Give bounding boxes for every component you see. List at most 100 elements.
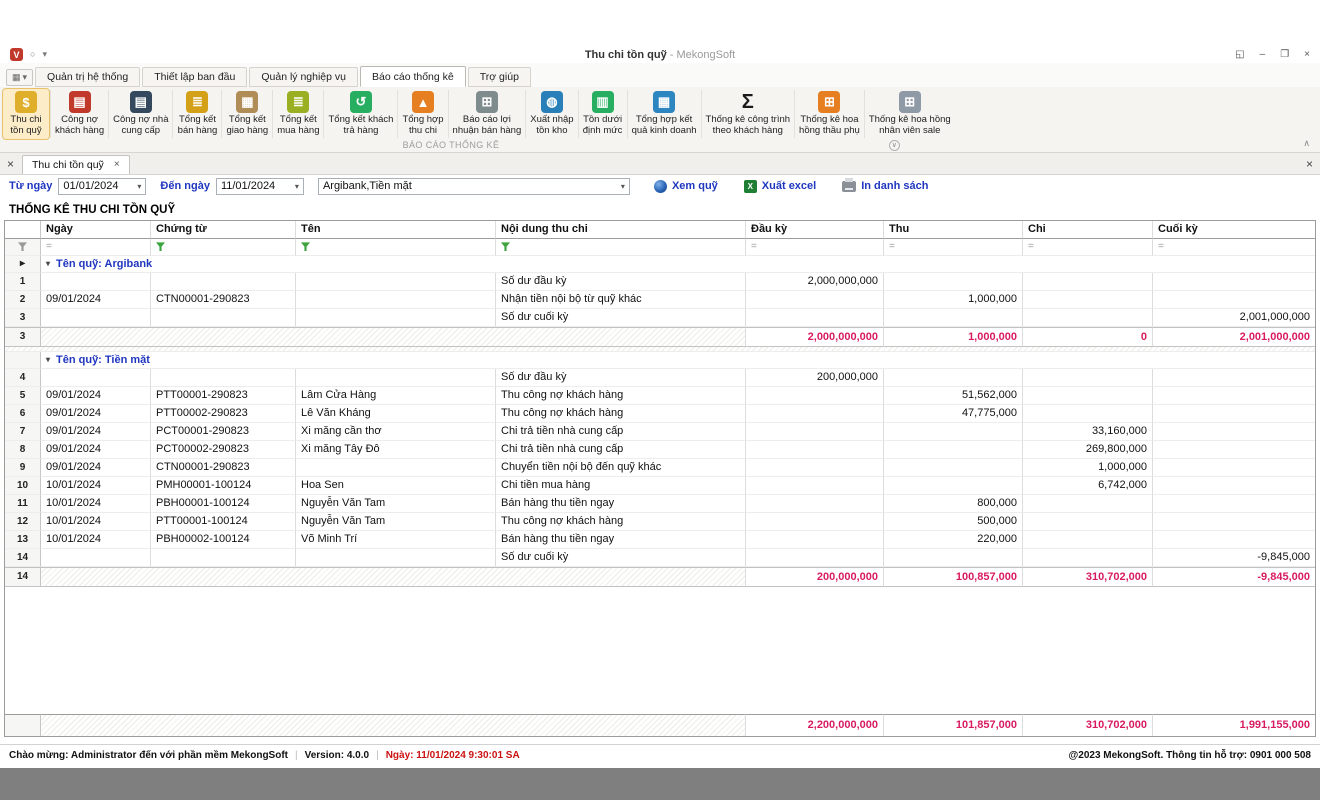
grid-empty-area: [5, 587, 1315, 714]
quick-access-circle-icon[interactable]: ○: [30, 50, 35, 59]
column-header-3[interactable]: Nội dung thu chi: [496, 221, 746, 239]
ribbon-button-customer-debt[interactable]: ▤Công nợ khách hàng: [52, 89, 107, 139]
delivery-summary-icon: ▦: [236, 91, 258, 113]
total-cuoiky: 1,991,155,000: [1153, 714, 1315, 736]
fund-select[interactable]: Argibank,Tiền mặt ▾: [318, 178, 630, 195]
cell-ten: Võ Minh Trí: [296, 531, 496, 549]
table-row[interactable]: 1010/01/2024PMH00001-100124Hoa SenChi ti…: [5, 477, 1315, 495]
cell-noidung: Chi trả tiền nhà cung cấp: [496, 441, 746, 459]
ribbon-button-cash-fund[interactable]: $Thu chi tồn quỹ: [3, 89, 49, 139]
profit-report-icon: ⊞: [476, 91, 498, 113]
menu-tab-2[interactable]: Quản lý nghiệp vụ: [249, 67, 358, 87]
dialog-launcher-icon[interactable]: ∨: [889, 140, 900, 151]
cell-thu: 500,000: [884, 513, 1023, 531]
pin-icon[interactable]: ▾: [42, 50, 47, 59]
view-fund-button[interactable]: Xem quỹ: [654, 180, 718, 193]
filter-cell-6[interactable]: =: [1023, 239, 1153, 256]
close-icon[interactable]: ×: [1304, 49, 1310, 60]
ribbon-button-label: Công nợ nhà cung cấp: [113, 115, 168, 137]
ribbon-button-purchase-summary[interactable]: ≣Tổng kết mua hàng: [274, 89, 322, 139]
close-all-tabs-icon[interactable]: ×: [7, 157, 14, 171]
minimize-icon[interactable]: –: [1260, 49, 1266, 60]
ribbon-button-supplier-debt[interactable]: ▤Công nợ nhà cung cấp: [110, 89, 171, 139]
equals-filter-icon: =: [1028, 241, 1034, 252]
filter-cell-3[interactable]: [496, 239, 746, 256]
table-row[interactable]: 3Số dư cuối kỳ2,001,000,000: [5, 309, 1315, 327]
doc-tab-thu-chi-ton-quy[interactable]: Thu chi tồn quỹ ×: [22, 155, 130, 174]
menu-tab-4[interactable]: Trợ giúp: [468, 67, 531, 87]
ribbon-button-inventory-in-out[interactable]: ◍Xuất nhập tồn kho: [527, 89, 576, 139]
filter-cell-5[interactable]: =: [884, 239, 1023, 256]
filter-cell-4[interactable]: =: [746, 239, 884, 256]
ribbon-button-below-minimum-stock[interactable]: ▥Tồn dưới định mức: [580, 89, 626, 139]
table-row[interactable]: 1310/01/2024PBH00002-100124Võ Minh TríBá…: [5, 531, 1315, 549]
ribbon-button-sales-summary[interactable]: ≣Tổng kết bán hàng: [174, 89, 220, 139]
row-indicator: 12: [5, 513, 41, 531]
group-row[interactable]: ▸▾Tên quỹ: Argibank: [5, 256, 1315, 273]
ribbon-button-business-result-summary[interactable]: ▦Tổng hợp kết quả kinh doanh: [629, 89, 700, 139]
chevron-down-icon: ▾: [621, 182, 625, 191]
menu-tab-3[interactable]: Báo cáo thống kê: [360, 66, 466, 87]
cell-ngay: [41, 273, 151, 291]
filter-row-icon[interactable]: [5, 239, 41, 256]
filter-cell-0[interactable]: =: [41, 239, 151, 256]
ribbon-button-returns-summary[interactable]: ↺Tổng kết khách trả hàng: [325, 89, 396, 139]
table-row[interactable]: 509/01/2024PTT00001-290823Lâm Cửa HàngTh…: [5, 387, 1315, 405]
cell-ngay: [41, 549, 151, 567]
table-row[interactable]: 1110/01/2024PBH00001-100124Nguyễn Văn Ta…: [5, 495, 1315, 513]
column-header-5[interactable]: Thu: [884, 221, 1023, 239]
row-indicator: 4: [5, 369, 41, 387]
table-row[interactable]: 4Số dư đầu kỳ200,000,000: [5, 369, 1315, 387]
cell-ten: Hoa Sen: [296, 477, 496, 495]
cell-cuoiky: [1153, 477, 1315, 495]
filter-cell-2[interactable]: [296, 239, 496, 256]
table-row[interactable]: 209/01/2024CTN00001-290823Nhận tiền nội …: [5, 291, 1315, 309]
cell-chungtu: PCT00002-290823: [151, 441, 296, 459]
export-excel-button[interactable]: X Xuất excel: [744, 180, 816, 193]
cell-cuoiky: -9,845,000: [1153, 549, 1315, 567]
table-row[interactable]: 1210/01/2024PTT00001-100124Nguyễn Văn Ta…: [5, 513, 1315, 531]
filter-cell-1[interactable]: [151, 239, 296, 256]
menu-tab-0[interactable]: Quản trị hệ thống: [35, 67, 140, 87]
from-date-input[interactable]: 01/01/2024 ▾: [58, 178, 146, 195]
ribbon-button-subcontractor-commission[interactable]: ⊞Thống kê hoa hồng thầu phụ: [796, 89, 863, 139]
menu-tab-1[interactable]: Thiết lập ban đầu: [142, 67, 247, 87]
ribbon-separator: [448, 90, 449, 138]
ribbon-menu-button[interactable]: ▦ ▾: [6, 69, 33, 86]
ribbon-collapse-icon[interactable]: ∧: [1303, 138, 1310, 149]
table-row[interactable]: 1Số dư đầu kỳ2,000,000,000: [5, 273, 1315, 291]
ribbon-button-project-statistics[interactable]: ΣThống kê công trình theo khách hàng: [703, 89, 794, 139]
ribbon-button-income-expense-summary[interactable]: ▲Tổng hợp thu chi: [399, 89, 446, 139]
table-row[interactable]: 809/01/2024PCT00002-290823Xi măng Tây Đô…: [5, 441, 1315, 459]
group-row[interactable]: ▾Tên quỹ: Tiền mặt: [5, 352, 1315, 369]
cell-thu: 47,775,000: [884, 405, 1023, 423]
close-tab-icon[interactable]: ×: [114, 159, 120, 170]
ribbon-button-sales-commission[interactable]: ⊞Thống kê hoa hồng nhân viên sale: [866, 89, 954, 139]
export-excel-label: Xuất excel: [762, 180, 816, 192]
table-row[interactable]: 709/01/2024PCT00001-290823Xi măng cần th…: [5, 423, 1315, 441]
table-row[interactable]: 909/01/2024CTN00001-290823Chuyển tiền nộ…: [5, 459, 1315, 477]
close-document-icon[interactable]: ×: [1306, 157, 1313, 171]
cell-thu: 1,000,000: [884, 291, 1023, 309]
table-row[interactable]: 14Số dư cuối kỳ-9,845,000: [5, 549, 1315, 567]
ribbon-separator: [172, 90, 173, 138]
summary-chi: 310,702,000: [1023, 567, 1153, 587]
restore-icon[interactable]: ❐: [1280, 49, 1289, 60]
cell-thu: [884, 423, 1023, 441]
column-header-7[interactable]: Cuối kỳ: [1153, 221, 1315, 239]
summary-dauky: 2,000,000,000: [746, 327, 884, 347]
ribbon-button-delivery-summary[interactable]: ▦Tổng kết giao hàng: [223, 89, 271, 139]
collapse-triangle-icon[interactable]: ▾: [46, 355, 50, 364]
column-header-0[interactable]: Ngày: [41, 221, 151, 239]
column-header-1[interactable]: Chứng từ: [151, 221, 296, 239]
print-list-button[interactable]: In danh sách: [842, 180, 928, 192]
to-date-input[interactable]: 11/01/2024 ▾: [216, 178, 304, 195]
collapse-triangle-icon[interactable]: ▾: [46, 259, 50, 268]
ribbon-button-profit-report[interactable]: ⊞Báo cáo lợi nhuận bán hàng: [450, 89, 525, 139]
filter-cell-7[interactable]: =: [1153, 239, 1315, 256]
column-header-6[interactable]: Chi: [1023, 221, 1153, 239]
fullscreen-icon[interactable]: ◱: [1235, 49, 1244, 60]
table-row[interactable]: 609/01/2024PTT00002-290823Lê Văn KhángTh…: [5, 405, 1315, 423]
column-header-4[interactable]: Đầu kỳ: [746, 221, 884, 239]
column-header-2[interactable]: Tên: [296, 221, 496, 239]
